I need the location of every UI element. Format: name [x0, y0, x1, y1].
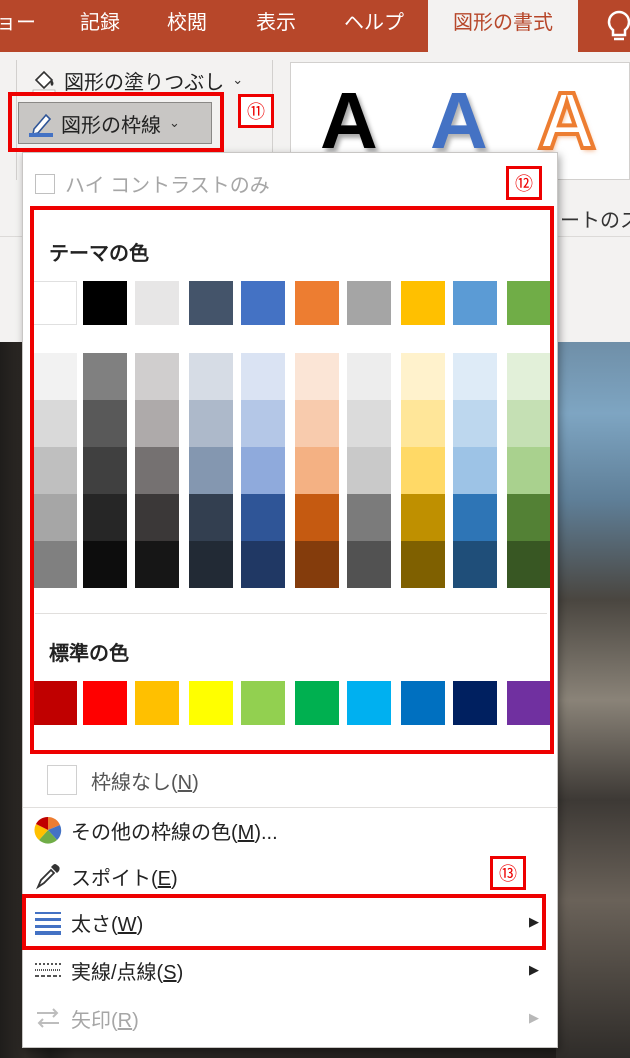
tab-record[interactable]: 記録 — [80, 0, 120, 52]
eyedropper-item[interactable]: スポイト(E) — [23, 853, 557, 899]
no-outline-swatch — [47, 765, 77, 795]
arrows-suffix: ) — [132, 1009, 139, 1032]
paint-bucket-icon — [32, 70, 56, 94]
arrows-accesskey: R — [117, 1009, 133, 1032]
no-outline-suffix: ) — [192, 771, 199, 794]
checkbox-box[interactable] — [35, 173, 55, 194]
arrows-label: 矢印( — [71, 1009, 118, 1032]
more-colors-accesskey: M — [237, 821, 255, 844]
tab-view[interactable]: 表示 — [256, 0, 296, 52]
tab-review[interactable]: 校閲 — [167, 0, 207, 52]
annotation-badge-12: ⑫ — [506, 166, 542, 200]
arrows-icon — [37, 1008, 59, 1028]
arrows-item: 矢印(R) ▶ — [23, 995, 557, 1041]
eyedropper-accesskey: E — [157, 867, 172, 890]
tab-slideshow[interactable]: ョー — [0, 0, 36, 52]
annotation-badge-13: ⑬ — [490, 856, 526, 890]
dash-style-icon — [35, 963, 61, 977]
high-contrast-label: ハイ コントラストのみ — [65, 175, 270, 197]
annotation-box-color-palette — [30, 206, 554, 754]
no-outline-accesskey: N — [177, 771, 193, 794]
shape-fill-label: 図形の塗りつぶし — [64, 71, 225, 94]
dashes-label: 実線/点線( — [71, 961, 164, 984]
more-outline-colors-item[interactable]: その他の枠線の色(M)... — [23, 807, 557, 853]
wordart-group-label: ートのス — [560, 210, 630, 232]
more-colors-suffix: )... — [254, 821, 278, 844]
slide-photo-edge — [556, 342, 630, 1058]
lightbulb-icon[interactable] — [602, 8, 630, 42]
tab-shape-format[interactable]: 図形の書式 — [428, 0, 578, 52]
annotation-badge-11: ⑪ — [238, 94, 274, 128]
more-colors-label: その他の枠線の色( — [71, 821, 238, 844]
dashes-suffix: ) — [176, 961, 184, 984]
high-contrast-only-checkbox[interactable]: ハイ コントラストのみ — [35, 169, 270, 198]
annotation-box-outline-button — [8, 92, 224, 152]
no-outline-label: 枠線なし( — [91, 771, 178, 794]
submenu-arrow-icon: ▶ — [529, 1010, 539, 1025]
eyedropper-label: スポイト( — [71, 867, 158, 890]
dashes-item[interactable]: 実線/点線(S) ▶ — [23, 947, 557, 993]
submenu-arrow-icon: ▶ — [529, 962, 539, 977]
eyedropper-suffix: ) — [171, 867, 178, 890]
annotation-box-weight-item — [22, 894, 546, 950]
dashes-accesskey: S — [163, 961, 177, 984]
chevron-down-icon: ⌄ — [232, 72, 244, 87]
eyedropper-icon — [35, 864, 60, 890]
ribbon-tab-bar: ョー 記録 校閲 表示 ヘルプ 図形の書式 — [0, 0, 630, 52]
tab-help[interactable]: ヘルプ — [344, 0, 404, 52]
color-wheel-icon — [34, 816, 62, 844]
no-outline-item[interactable]: 枠線なし(N) — [23, 757, 557, 803]
